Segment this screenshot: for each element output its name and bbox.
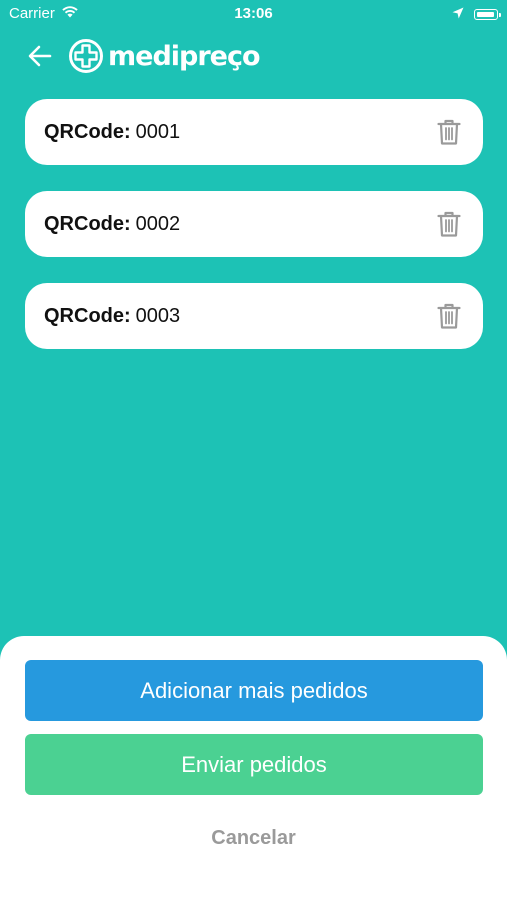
app-header: medipreço bbox=[0, 34, 507, 78]
qr-code-list: QRCode: 0001 QRCode: 0002 QRCode: 0003 bbox=[25, 99, 483, 375]
qr-code-text: QRCode: 0001 bbox=[44, 121, 180, 144]
status-right bbox=[452, 6, 501, 23]
battery-icon bbox=[474, 9, 501, 20]
qr-code-text: QRCode: 0002 bbox=[44, 213, 180, 236]
status-time: 13:06 bbox=[234, 5, 273, 22]
bottom-action-sheet: Adicionar mais pedidos Enviar pedidos Ca… bbox=[0, 636, 507, 900]
trash-icon bbox=[437, 303, 461, 329]
delete-button[interactable] bbox=[437, 302, 461, 330]
brand-logo: medipreço bbox=[68, 38, 261, 74]
brand-name: medipreço bbox=[108, 40, 261, 72]
qr-code-value: 0003 bbox=[135, 304, 181, 327]
status-bar: Carrier 13:06 bbox=[0, 0, 507, 26]
delete-button[interactable] bbox=[437, 210, 461, 238]
qr-code-text: QRCode: 0003 bbox=[44, 305, 180, 328]
qr-code-label: QRCode: bbox=[44, 120, 131, 143]
location-arrow-icon bbox=[452, 6, 464, 23]
qr-code-item: QRCode: 0003 bbox=[25, 283, 483, 349]
add-more-orders-button[interactable]: Adicionar mais pedidos bbox=[25, 660, 483, 721]
delete-button[interactable] bbox=[437, 118, 461, 146]
trash-icon bbox=[437, 211, 461, 237]
arrow-left-icon bbox=[28, 45, 52, 67]
cancel-button[interactable]: Cancelar bbox=[0, 827, 507, 850]
send-orders-button[interactable]: Enviar pedidos bbox=[25, 734, 483, 795]
medical-cross-icon bbox=[69, 39, 103, 73]
qr-code-value: 0002 bbox=[135, 212, 181, 235]
qr-code-label: QRCode: bbox=[44, 212, 131, 235]
qr-code-item: QRCode: 0002 bbox=[25, 191, 483, 257]
trash-icon bbox=[437, 119, 461, 145]
qr-code-value: 0001 bbox=[135, 120, 181, 143]
qr-code-label: QRCode: bbox=[44, 304, 131, 327]
qr-code-item: QRCode: 0001 bbox=[25, 99, 483, 165]
back-button[interactable] bbox=[26, 42, 54, 70]
